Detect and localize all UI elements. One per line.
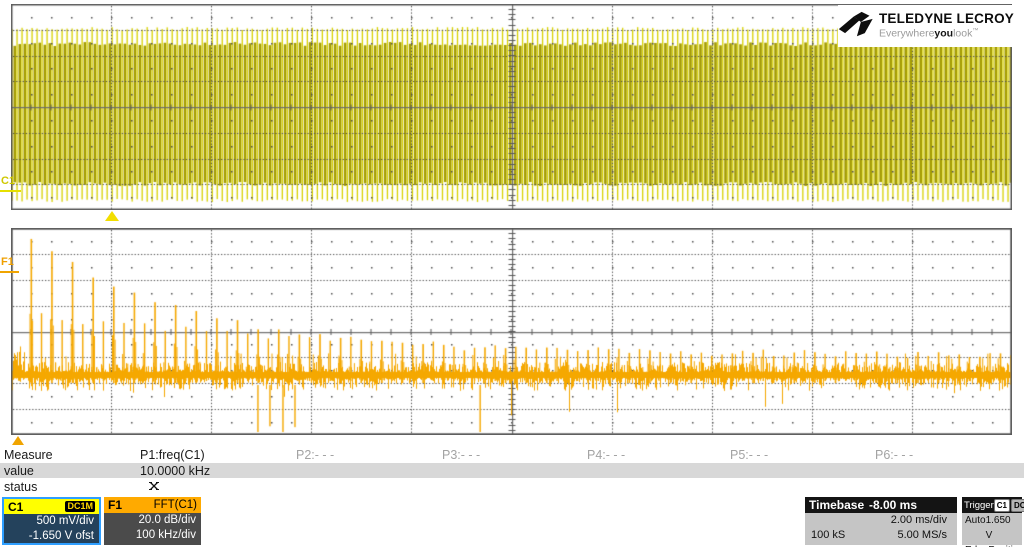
trigger-type: Edge — [965, 543, 988, 547]
logo-tagline: Everywhereyoulook™ — [878, 27, 979, 40]
timebase-label: Timebase — [809, 498, 865, 512]
measure-param-p4[interactable]: P4:- - - — [587, 448, 625, 462]
f1-frequency-marker[interactable] — [12, 436, 24, 445]
measure-param-p6[interactable]: P6:- - - — [875, 448, 913, 462]
timebase-box[interactable]: Timebase -8.00 ms 2.00 ms/div 100 kS 5.0… — [805, 497, 957, 545]
f1-trace-label[interactable]: F1 — [1, 257, 14, 268]
logo-teledyne: TELEDYNE — [878, 10, 953, 26]
f1-function: FFT(C1) — [153, 499, 197, 511]
f1-fft-canvas — [11, 228, 1012, 435]
oscilloscope-screen: C1 F1 TELEDYNE LECROY Everywhereyoulook™… — [0, 0, 1024, 547]
trigger-label: Trigger — [964, 499, 994, 511]
timebase-samples: 100 kS — [811, 529, 846, 541]
c1-descriptor-box[interactable]: C1 DC1M 500 mV/div -1.650 V ofst — [2, 497, 101, 545]
measure-param-p1[interactable]: P1:freq(C1) — [140, 448, 205, 462]
f1-grid — [11, 228, 1012, 435]
timebase-tdiv: 2.00 ms/div — [890, 514, 947, 526]
trigger-position-marker[interactable] — [105, 211, 119, 221]
trigger-coupling-badge: DC — [1010, 498, 1024, 512]
measure-header-row: Measure P1:freq(C1) P2:- - - P3:- - - P4… — [0, 447, 1024, 463]
trigger-level: 1.650 V — [985, 515, 1011, 541]
c1-coupling-badge: DC1M — [65, 501, 95, 512]
logo-brand-line: TELEDYNE LECROY — [878, 10, 1014, 26]
f1-descriptor-box[interactable]: F1 FFT(C1) 20.0 dB/div 100 kHz/div — [104, 497, 201, 545]
timebase-rate: 5.00 MS/s — [897, 529, 947, 541]
f1-descriptor-name: F1 — [108, 498, 123, 512]
status-icon — [148, 480, 160, 495]
trigger-mode: Auto — [965, 515, 986, 526]
measure-value-row: value 10.0000 kHz — [0, 463, 1024, 478]
f1-zero-marker[interactable] — [0, 271, 19, 273]
c1-offset: -1.650 V ofst — [28, 530, 94, 542]
value-row-label: value — [4, 464, 34, 478]
timebase-delay: -8.00 ms — [868, 498, 917, 512]
measure-status-row: status — [0, 479, 1024, 494]
c1-descriptor-name: C1 — [8, 499, 24, 514]
measure-param-p2[interactable]: P2:- - - — [296, 448, 334, 462]
teledyne-lecroy-logo: TELEDYNE LECROY Everywhereyoulook™ — [838, 5, 1014, 47]
measure-row-label: Measure — [4, 448, 53, 462]
c1-trace-label[interactable]: C1 — [1, 176, 15, 187]
logo-lecroy: LECROY — [956, 10, 1014, 26]
measure-param-p3[interactable]: P3:- - - — [442, 448, 480, 462]
trigger-source-badge: C1 — [993, 498, 1010, 512]
trigger-slope: Positive — [988, 543, 1023, 547]
teledyne-logo-mark — [838, 11, 873, 37]
trigger-box[interactable]: Trigger C1 DC Auto 1.650 V Edge Positive — [962, 497, 1024, 547]
f1-hzdiv: 100 kHz/div — [135, 529, 196, 541]
measure-param-p5[interactable]: P5:- - - — [730, 448, 768, 462]
status-row-label: status — [4, 480, 38, 494]
c1-zero-marker[interactable] — [0, 190, 21, 192]
c1-vdiv: 500 mV/div — [36, 515, 94, 527]
f1-dbdiv: 20.0 dB/div — [138, 514, 196, 526]
measure-p1-value: 10.0000 kHz — [140, 464, 211, 478]
